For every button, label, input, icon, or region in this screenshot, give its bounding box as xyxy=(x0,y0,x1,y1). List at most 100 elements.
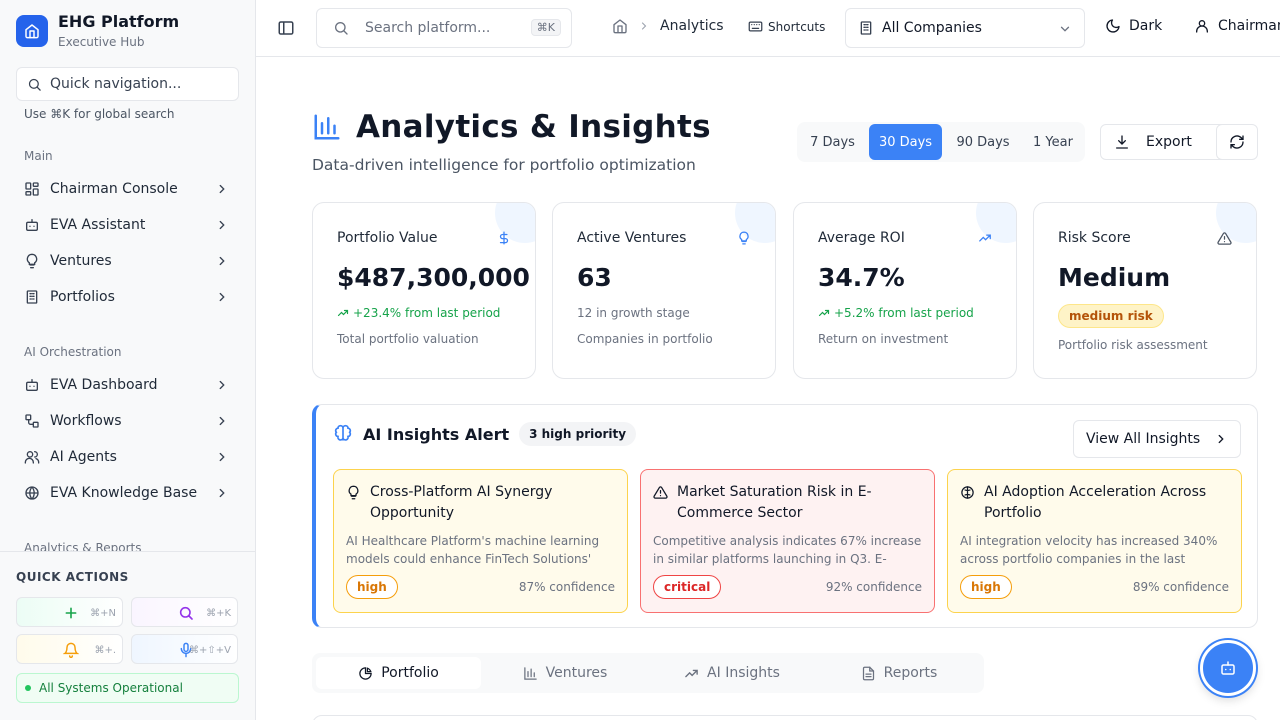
trending-up-icon xyxy=(978,231,992,245)
global-search[interactable]: ⌘K xyxy=(316,8,572,48)
view-all-insights-button[interactable]: View All Insights xyxy=(1073,420,1241,458)
plus-icon xyxy=(63,605,79,621)
company-select-value: All Companies xyxy=(882,20,982,36)
confidence-label: 92% confidence xyxy=(825,580,922,594)
kpi-label: Portfolio Value xyxy=(337,230,438,246)
export-button[interactable]: Export xyxy=(1100,124,1232,160)
sidebar-item-label: EVA Dashboard xyxy=(50,377,158,393)
page-subtitle: Data-driven intelligence for portfolio o… xyxy=(312,156,696,174)
sidebar-item-eva-assistant[interactable]: EVA Assistant xyxy=(16,209,239,241)
tab-label: Reports xyxy=(883,665,938,681)
users-icon xyxy=(24,449,40,465)
shortcuts-button[interactable]: Shortcuts xyxy=(748,19,825,34)
kpi-card-risk-score: Risk Score Medium medium risk Portfolio … xyxy=(1033,202,1257,379)
risk-badge: medium risk xyxy=(1058,304,1164,328)
sidebar-toggle-icon[interactable] xyxy=(277,19,295,37)
refresh-button[interactable] xyxy=(1216,124,1258,160)
quick-action-new[interactable]: ⌘+N xyxy=(16,597,123,627)
brain-icon xyxy=(333,424,353,444)
insight-title: AI Adoption Acceleration Across Portfoli… xyxy=(984,484,1207,521)
analytics-tabs: Portfolio Ventures AI Insights Reports xyxy=(312,653,984,693)
brand-title: EHG Platform xyxy=(58,12,180,31)
lightbulb-icon xyxy=(24,253,40,269)
kpi-description: Companies in portfolio xyxy=(577,332,713,346)
kpi-value: Medium xyxy=(1058,263,1171,292)
sidebar-item-ai-agents[interactable]: AI Agents xyxy=(16,441,239,473)
chevron-right-icon xyxy=(215,450,229,464)
sidebar-item-chairman-console[interactable]: Chairman Console xyxy=(16,173,239,205)
refresh-icon xyxy=(1229,134,1245,150)
sidebar-item-ventures[interactable]: Ventures xyxy=(16,245,239,277)
date-range-selector: 7 Days 30 Days 90 Days 1 Year xyxy=(797,122,1085,162)
user-menu-button[interactable]: Chairman xyxy=(1194,18,1280,34)
kpi-card-active-ventures: Active Ventures 63 12 in growth stage Co… xyxy=(552,202,776,379)
tab-label: Ventures xyxy=(545,665,608,681)
globe-icon xyxy=(24,485,40,501)
range-30-days[interactable]: 30 Days xyxy=(869,124,942,160)
insight-card[interactable]: AI Adoption Acceleration Across Portfoli… xyxy=(947,469,1242,613)
kpi-note: 12 in growth stage xyxy=(577,306,690,320)
brand[interactable]: EHG Platform Executive Hub xyxy=(16,12,179,50)
chevron-right-icon xyxy=(215,378,229,392)
kpi-card-average-roi: Average ROI 34.7% +5.2% from last period… xyxy=(793,202,1017,379)
tab-portfolio[interactable]: Portfolio xyxy=(316,657,481,689)
insight-text: Competitive analysis indicates 67% incre… xyxy=(653,534,922,566)
quick-action-notifications[interactable]: ⌘+. xyxy=(16,634,123,664)
range-90-days[interactable]: 90 Days xyxy=(947,124,1019,160)
user-menu-label: Chairman xyxy=(1218,18,1280,34)
chevron-right-icon xyxy=(638,20,650,32)
search-shortcut-badge: ⌘K xyxy=(530,19,561,36)
alert-header: AI Insights Alert 3 high priority xyxy=(333,422,637,446)
quick-action-voice[interactable]: ⌘+⇧+V xyxy=(131,634,238,664)
company-select[interactable]: All Companies xyxy=(845,8,1085,48)
keyboard-icon xyxy=(748,19,763,34)
eva-assistant-fab[interactable] xyxy=(1200,640,1256,696)
search-hint: Use ⌘K for global search xyxy=(24,107,175,121)
chevron-right-icon xyxy=(215,486,229,500)
system-status: All Systems Operational xyxy=(16,673,239,703)
sidebar-item-eva-dashboard[interactable]: EVA Dashboard xyxy=(16,369,239,401)
lightbulb-icon xyxy=(346,485,361,500)
home-icon[interactable] xyxy=(612,18,628,34)
shortcuts-label: Shortcuts xyxy=(768,19,826,34)
chevron-right-icon xyxy=(215,182,229,196)
quick-actions-title: QUICK ACTIONS xyxy=(16,570,129,584)
tab-ventures[interactable]: Ventures xyxy=(483,657,647,689)
range-7-days[interactable]: 7 Days xyxy=(801,124,864,160)
quick-navigation-field[interactable] xyxy=(16,67,239,101)
theme-toggle-button[interactable]: Dark xyxy=(1105,18,1162,34)
search-icon xyxy=(27,77,42,92)
tab-ai-insights[interactable]: AI Insights xyxy=(649,657,815,689)
brand-subtitle: Executive Hub xyxy=(58,35,145,49)
tab-content-card xyxy=(312,715,1258,720)
tab-reports[interactable]: Reports xyxy=(817,657,981,689)
kpi-description: Portfolio risk assessment xyxy=(1058,338,1208,352)
bot-icon xyxy=(24,377,40,393)
sidebar-item-label: Chairman Console xyxy=(50,181,178,197)
lightbulb-icon xyxy=(737,231,751,245)
sidebar-item-eva-knowledge-base[interactable]: EVA Knowledge Base xyxy=(16,477,239,509)
view-all-insights-label: View All Insights xyxy=(1086,431,1201,447)
sidebar-item-workflows[interactable]: Workflows xyxy=(16,405,239,437)
range-1-year[interactable]: 1 Year xyxy=(1023,124,1083,160)
kpi-description: Return on investment xyxy=(818,332,949,346)
layout-grid-icon xyxy=(24,181,40,197)
tab-label: AI Insights xyxy=(707,665,780,681)
quick-navigation-input[interactable] xyxy=(50,76,230,92)
insight-card[interactable]: Market Saturation Risk in E-Commerce Sec… xyxy=(640,469,935,613)
bar-chart-icon xyxy=(523,666,538,681)
insight-card[interactable]: Cross-Platform AI Synergy Opportunity AI… xyxy=(333,469,628,613)
global-search-input[interactable] xyxy=(365,20,525,36)
sidebar-item-portfolios[interactable]: Portfolios xyxy=(16,281,239,313)
kpi-trend-text: +23.4% from last period xyxy=(353,306,501,320)
kpi-description: Total portfolio valuation xyxy=(337,332,479,346)
sidebar-item-label: Ventures xyxy=(50,253,112,269)
alert-triangle-icon xyxy=(653,485,668,500)
kpi-card-portfolio-value: Portfolio Value $487,300,000 +23.4% from… xyxy=(312,202,536,379)
quick-action-search[interactable]: ⌘+K xyxy=(131,597,238,627)
sidebar-item-label: AI Agents xyxy=(50,449,117,465)
kpi-label: Average ROI xyxy=(818,230,905,246)
shortcut-label: ⌘+. xyxy=(94,645,116,656)
search-icon xyxy=(178,605,194,621)
file-text-icon xyxy=(861,666,876,681)
